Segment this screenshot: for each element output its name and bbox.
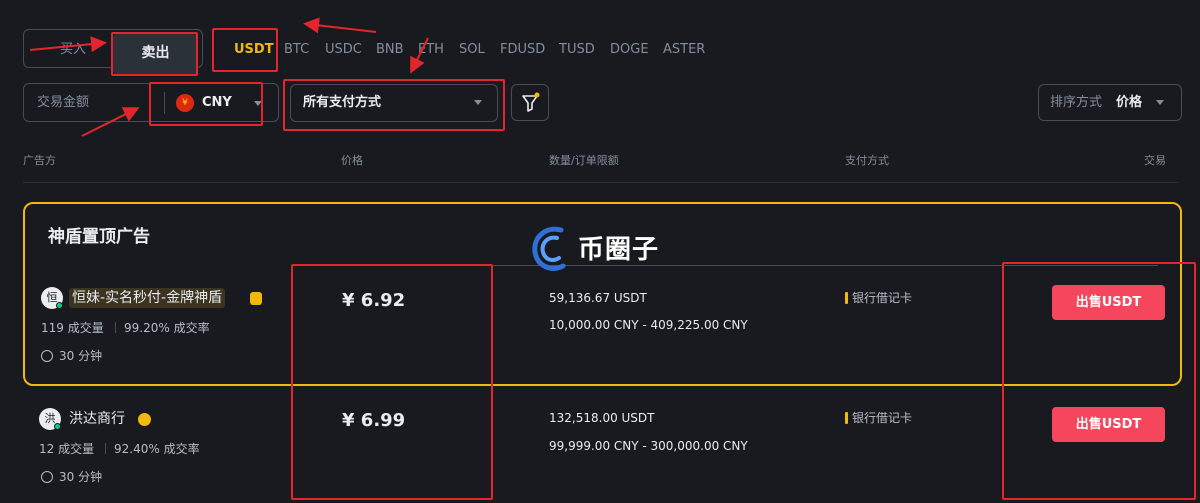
buy-tab[interactable]: 买入: [38, 40, 108, 60]
payment-method: 银行借记卡: [852, 411, 913, 425]
header-divider: [23, 182, 1178, 183]
chevron-down-icon[interactable]: [1156, 100, 1164, 105]
stat-divider: [105, 443, 106, 454]
merchant-name[interactable]: 恒妹-实名秒付-金牌神盾: [69, 288, 226, 308]
payment-method: 银行借记卡: [852, 291, 913, 305]
completion-rate: 99.20% 成交率: [124, 321, 210, 335]
available-quantity: 59,136.67 USDT: [549, 291, 647, 305]
coin-tab-usdt[interactable]: USDT: [234, 40, 274, 60]
coin-tab-aster[interactable]: ASTER: [663, 40, 705, 60]
header-price: 价格: [341, 154, 363, 167]
coin-tab-doge[interactable]: DOGE: [610, 40, 649, 60]
currency-select[interactable]: CNY: [202, 94, 232, 112]
coin-tab-eth[interactable]: ETH: [418, 40, 444, 60]
completion-rate: 92.40% 成交率: [114, 442, 200, 456]
price: ¥ 6.99: [342, 410, 406, 431]
sort-label: 排序方式: [1050, 95, 1103, 110]
sell-usdt-button[interactable]: 出售USDT: [1052, 407, 1165, 442]
payment-marker: [845, 292, 848, 304]
merchant-name[interactable]: 洪达商行: [69, 409, 125, 429]
chevron-down-icon[interactable]: [254, 101, 262, 106]
coin-tab-fdusd[interactable]: FDUSD: [500, 40, 545, 60]
online-dot: [54, 423, 61, 430]
shield-badge-icon: [250, 292, 262, 305]
available-quantity: 132,518.00 USDT: [549, 411, 655, 425]
featured-title: 神盾置顶广告: [48, 227, 150, 247]
header-payment: 支付方式: [845, 154, 889, 167]
chevron-down-icon[interactable]: [474, 100, 482, 105]
price: ¥ 6.92: [342, 290, 406, 311]
clock-icon: [41, 350, 53, 362]
header-trade: 交易: [1144, 154, 1166, 167]
filter-button[interactable]: [511, 84, 549, 121]
payment-marker: [845, 412, 848, 424]
order-limit: 10,000.00 CNY - 409,225.00 CNY: [549, 318, 748, 332]
payment-method-value: 所有支付方式: [303, 95, 382, 110]
watermark-logo-icon: [532, 226, 566, 271]
cny-currency-icon: ¥: [176, 94, 194, 112]
header-limits: 数量/订单限额: [549, 154, 619, 167]
pay-time: 30 分钟: [59, 470, 103, 484]
coin-tab-tusd[interactable]: TUSD: [559, 40, 595, 60]
featured-divider: [368, 265, 1158, 266]
clock-icon: [41, 471, 53, 483]
pay-time: 30 分钟: [59, 349, 103, 363]
divider: [164, 92, 165, 114]
sort-value: 价格: [1116, 95, 1143, 110]
coin-tab-bnb[interactable]: BNB: [376, 40, 404, 60]
amount-placeholder: 交易金额: [37, 95, 90, 110]
sell-tab[interactable]: 卖出: [113, 34, 198, 74]
verified-badge-icon: [138, 413, 151, 426]
coin-tab-usdc[interactable]: USDC: [325, 40, 362, 60]
watermark-text: 币圈子: [578, 235, 660, 265]
filter-icon: [522, 92, 540, 112]
trade-count: 119 成交量: [41, 321, 104, 335]
stat-divider: [115, 322, 116, 333]
header-advertiser: 广告方: [23, 154, 56, 167]
trade-count: 12 成交量: [39, 442, 95, 456]
online-dot: [56, 302, 63, 309]
order-limit: 99,999.00 CNY - 300,000.00 CNY: [549, 439, 748, 453]
sell-usdt-button[interactable]: 出售USDT: [1052, 285, 1165, 320]
coin-tab-sol[interactable]: SOL: [459, 40, 485, 60]
coin-tab-btc[interactable]: BTC: [284, 40, 309, 60]
